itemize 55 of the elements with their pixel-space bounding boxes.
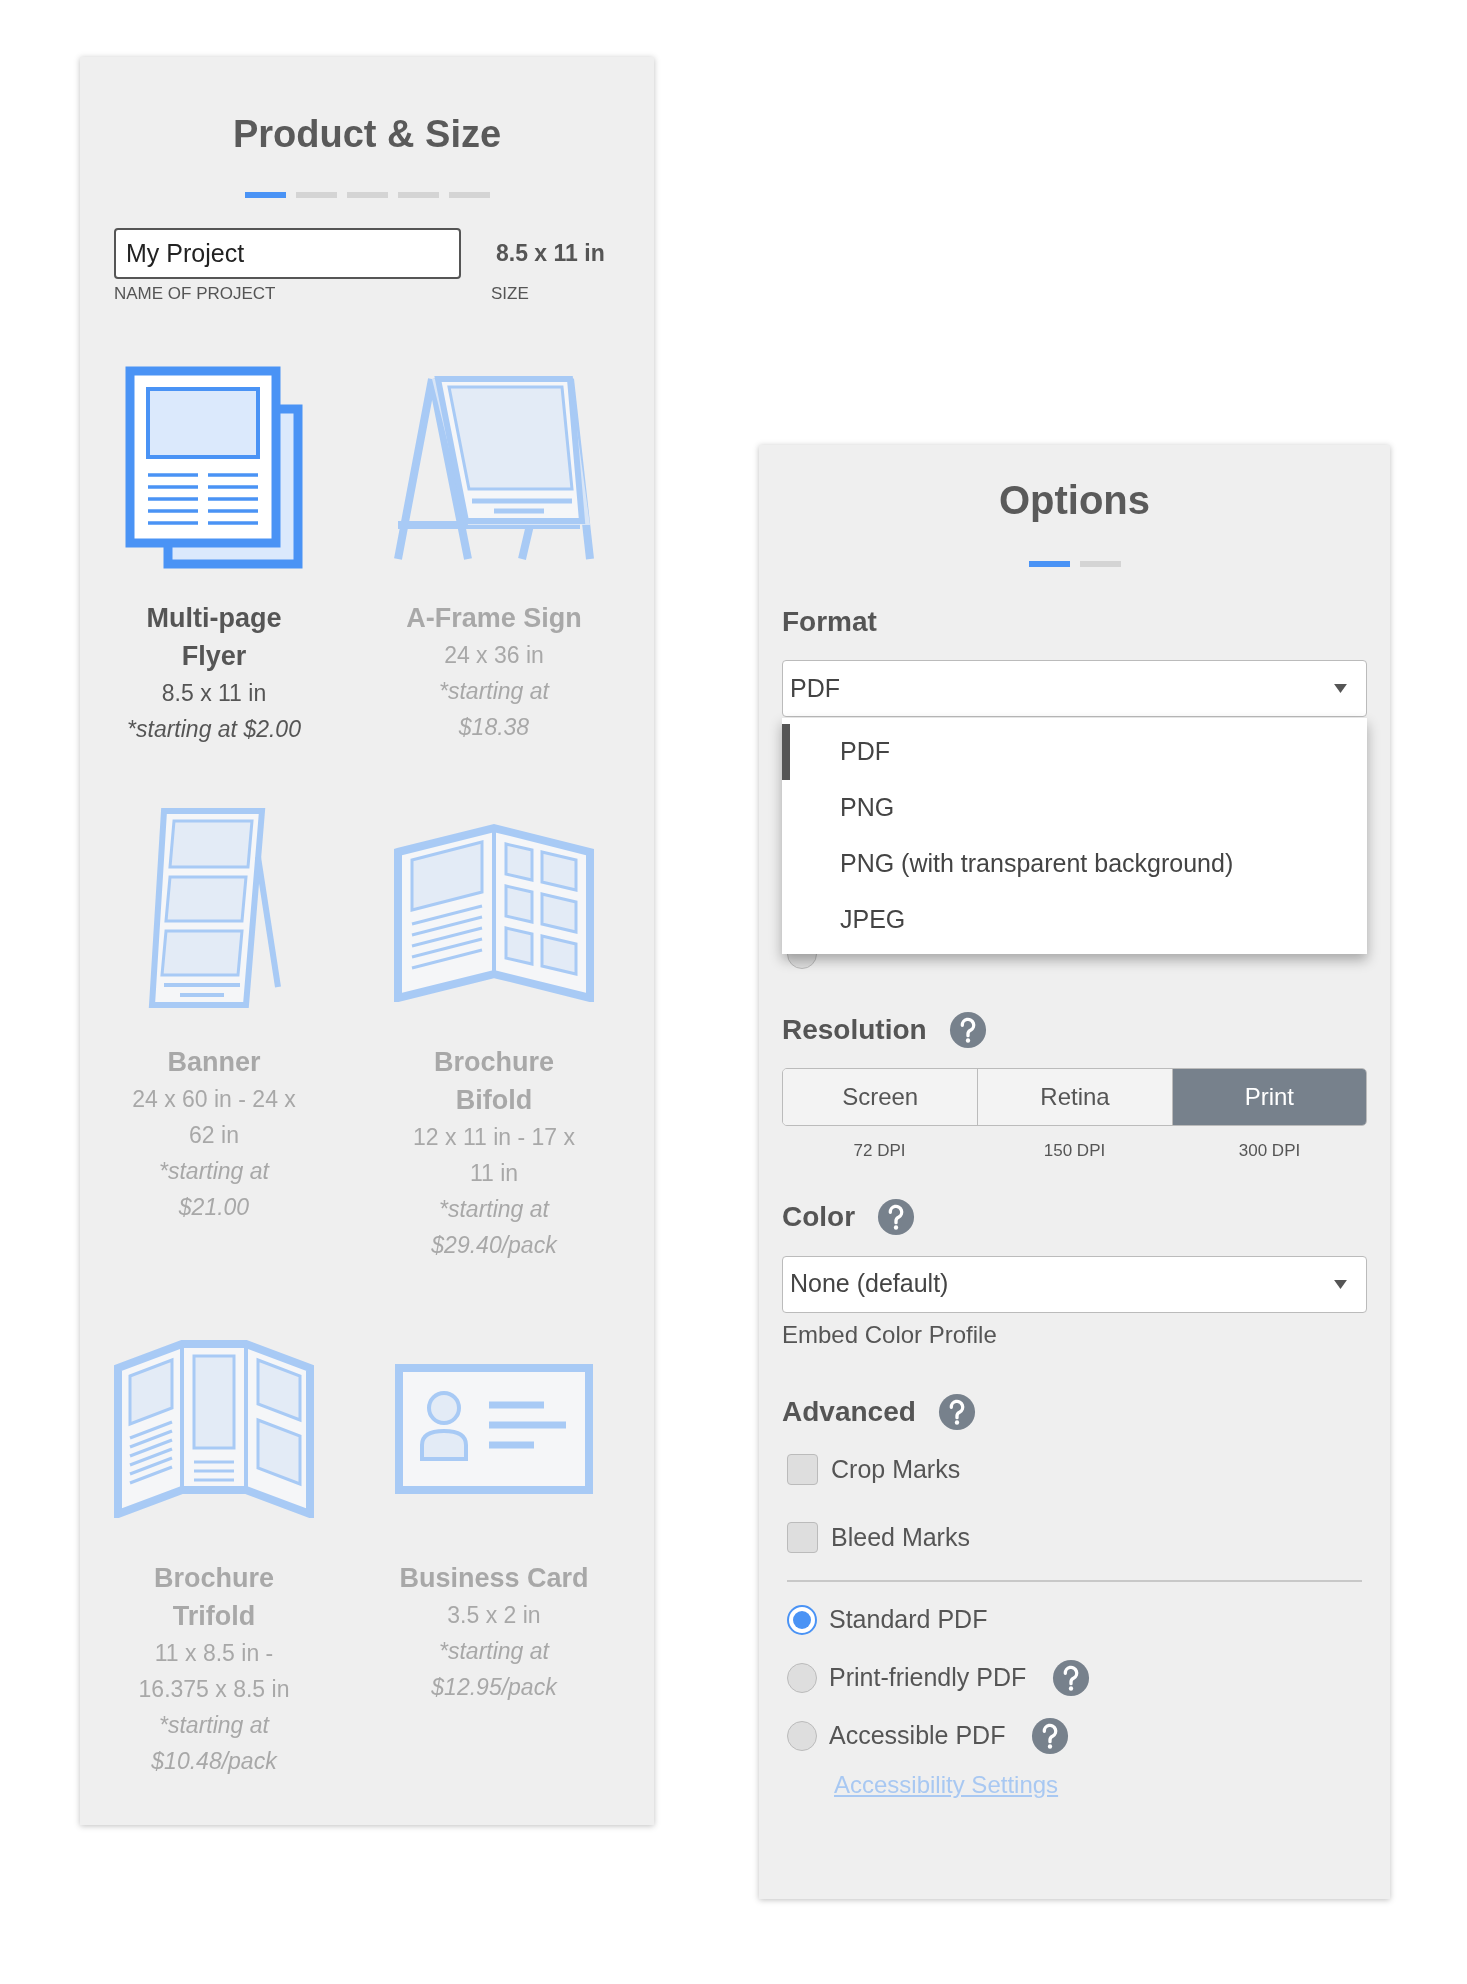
- product-price: *starting at $2.00: [126, 714, 302, 744]
- project-name-field[interactable]: My Project: [114, 228, 461, 279]
- section-heading: Format: [782, 605, 877, 639]
- dpi-label: 72 DPI: [853, 1140, 906, 1162]
- product-size: 8.5 x 11 in: [160, 678, 268, 708]
- format-select[interactable]: PDF: [782, 660, 1367, 717]
- help-icon: [1031, 1716, 1070, 1755]
- select-value: PDF: [790, 672, 840, 704]
- menu-option[interactable]: PDF: [782, 724, 1367, 780]
- product-price: *starting at $29.40/pack: [430, 1194, 559, 1260]
- product-name[interactable]: Multi-page Flyer: [114, 598, 314, 675]
- section-heading: Advanced: [782, 1394, 916, 1429]
- product-price: *starting at $10.48/pack: [150, 1710, 279, 1776]
- dpi-label: 300 DPI: [1238, 1140, 1301, 1162]
- help-icon: [937, 1392, 976, 1431]
- help-icon: [948, 1011, 987, 1049]
- checkbox[interactable]: [787, 1453, 818, 1485]
- checkbox-label: Crop Marks: [831, 1453, 961, 1485]
- size-value: 8.5 x 11 in: [495, 239, 605, 268]
- dropdown-caret-icon: [1333, 683, 1348, 694]
- section-heading: Resolution: [782, 1013, 927, 1047]
- resolution-tab[interactable]: Print: [1171, 1069, 1366, 1125]
- product-size: 3.5 x 2 in: [446, 1600, 542, 1630]
- product-size: 24 x 60 in - 24 x 62 in: [131, 1084, 297, 1150]
- product-price: *starting at $21.00: [158, 1156, 271, 1222]
- resolution-tab[interactable]: Retina: [977, 1069, 1172, 1125]
- menu-option[interactable]: PNG (with transparent background): [782, 836, 1367, 892]
- panel-title: Product & Size: [232, 112, 502, 157]
- field-label: SIZE: [491, 283, 530, 305]
- help-icon: [1052, 1658, 1091, 1697]
- panel-title: Options: [998, 477, 1151, 524]
- resolution-tab[interactable]: Screen: [783, 1069, 978, 1125]
- radio-label: Print-friendly PDF: [829, 1661, 1027, 1693]
- radio-label: Accessible PDF: [829, 1719, 1006, 1751]
- checkbox-label: Bleed Marks: [831, 1522, 970, 1553]
- product-size: 11 x 8.5 in - 16.375 x 8.5 in: [137, 1638, 291, 1704]
- radio-button[interactable]: [787, 1662, 817, 1693]
- dropdown-caret-icon: [1333, 1278, 1348, 1290]
- help-icon: [877, 1197, 916, 1236]
- checkbox[interactable]: [787, 1522, 818, 1554]
- product-price: *starting at $18.38: [438, 676, 551, 742]
- radio-button[interactable]: [787, 1720, 817, 1751]
- field-label: NAME OF PROJECT: [114, 283, 277, 305]
- radio-label: Standard PDF: [829, 1603, 988, 1635]
- radio-button[interactable]: [787, 1604, 817, 1635]
- dpi-label: 150 DPI: [1043, 1140, 1106, 1162]
- product-price: *starting at $12.95/pack: [430, 1636, 559, 1702]
- menu-option[interactable]: PNG: [782, 780, 1367, 836]
- field-caption: Embed Color Profile: [782, 1319, 998, 1350]
- product-size: 12 x 11 in - 17 x 11 in: [412, 1122, 576, 1188]
- select-value: None (default): [790, 1268, 949, 1300]
- color-select[interactable]: None (default): [782, 1255, 1367, 1313]
- section-heading: Color: [782, 1199, 856, 1234]
- product-size: 24 x 36 in: [443, 640, 545, 670]
- menu-option[interactable]: JPEG: [782, 892, 1367, 948]
